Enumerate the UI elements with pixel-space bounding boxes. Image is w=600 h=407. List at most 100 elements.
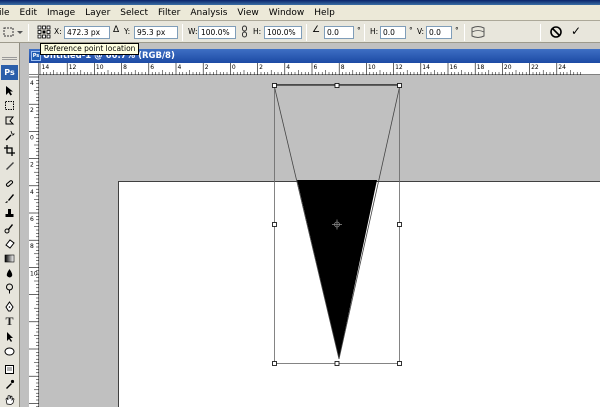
ruler-label: 2 — [30, 107, 34, 114]
menu-view[interactable]: View — [232, 5, 263, 21]
history-brush-tool-icon[interactable] — [2, 222, 17, 235]
w-label: W: — [188, 27, 198, 36]
notes-tool-icon[interactable] — [2, 363, 17, 376]
ruler-label: 10 — [96, 64, 104, 71]
ruler-label: 4 — [30, 80, 34, 87]
menu-analysis[interactable]: Analysis — [185, 5, 232, 21]
menu-select[interactable]: Select — [115, 5, 153, 21]
menu-layer[interactable]: Layer — [80, 5, 115, 21]
cancel-transform-button[interactable] — [549, 25, 563, 39]
transform-handle-bottom-left[interactable] — [272, 361, 277, 366]
ruler-label: 0 — [30, 134, 34, 141]
shape-tool-icon[interactable] — [2, 345, 17, 358]
ruler-label: 10 — [368, 64, 376, 71]
photoshop-logo: Ps — [1, 65, 18, 80]
eyedropper-tool-icon[interactable] — [2, 378, 17, 391]
ruler-label: 24 — [558, 64, 566, 71]
crop-tool-icon[interactable] — [2, 144, 17, 157]
y-field[interactable]: 95.3 px — [134, 26, 178, 39]
transform-handle-top-right[interactable] — [397, 83, 402, 88]
transform-handle-top[interactable] — [334, 83, 340, 88]
ruler-label: 12 — [69, 64, 77, 71]
lasso-tool-icon[interactable] — [2, 114, 17, 127]
width-field[interactable]: 100.0% — [198, 26, 236, 39]
reference-point-locator[interactable] — [37, 25, 51, 39]
healing-brush-tool-icon[interactable] — [2, 177, 17, 190]
tooltip: Reference point location — [40, 43, 140, 55]
eraser-tool-icon[interactable] — [2, 237, 17, 250]
transform-handle-bottom-right[interactable] — [397, 361, 402, 366]
transform-handle-left[interactable] — [272, 222, 277, 227]
menu-file[interactable]: ile — [0, 5, 15, 21]
link-icon — [242, 25, 247, 38]
degree-symbol: ° — [357, 26, 361, 35]
menu-edit[interactable]: Edit — [15, 5, 42, 21]
vertical-skew-field[interactable]: 0.0 — [426, 26, 452, 39]
document-window: Ps Untitled-1 @ 66.7% (RGB/8) 14 12 10 8 6 4 2… — [29, 49, 600, 407]
x-field[interactable]: 472.3 px — [64, 26, 110, 39]
blur-tool-icon[interactable] — [2, 267, 17, 280]
x-label: X: — [54, 27, 62, 36]
photoshop-window: ile Edit Image Layer Select Filter Analy… — [0, 0, 600, 407]
move-tool-icon[interactable] — [2, 84, 17, 97]
toolbox-panel: Ps T — [0, 43, 20, 407]
rotate-icon: ∠ — [312, 25, 321, 35]
ruler-label: 18 — [477, 64, 485, 71]
ruler-label: 20 — [504, 64, 512, 71]
vskew-label: V: — [417, 27, 425, 36]
menu-bar: ile Edit Image Layer Select Filter Analy… — [0, 5, 600, 21]
horizontal-skew-field[interactable]: 0.0 — [380, 26, 406, 39]
degree-symbol: ° — [455, 26, 459, 35]
degree-symbol: ° — [409, 26, 413, 35]
warp-mode-button[interactable] — [470, 25, 486, 39]
transform-overlay[interactable] — [40, 76, 600, 407]
transform-handle-top-left[interactable] — [272, 83, 277, 88]
maintain-aspect-ratio-button[interactable] — [240, 25, 250, 39]
marquee-tool-icon[interactable] — [2, 99, 17, 112]
type-tool-icon[interactable]: T — [2, 314, 17, 328]
hskew-label: H: — [370, 27, 379, 36]
ruler-label: 6 — [30, 216, 34, 223]
hand-tool-icon[interactable] — [2, 393, 17, 406]
ruler-vertical[interactable]: 4 2 0 2 4 6 8 10 — [29, 75, 39, 407]
height-field[interactable]: 100.0% — [264, 26, 302, 39]
ruler-label: 14 — [422, 64, 430, 71]
rotate-field[interactable]: 0.0 — [324, 26, 354, 39]
canvas-area[interactable] — [40, 76, 600, 407]
menu-image[interactable]: Image — [42, 5, 80, 21]
separator — [540, 24, 541, 41]
menu-help[interactable]: Help — [309, 5, 340, 21]
slice-tool-icon[interactable] — [2, 159, 17, 172]
separator — [182, 24, 183, 41]
ruler-origin[interactable] — [29, 63, 39, 75]
brush-tool-icon[interactable] — [2, 192, 17, 205]
ruler-label: 2 — [259, 64, 263, 71]
ruler-horizontal[interactable]: 14 12 10 8 6 4 2 0 2 4 6 8 10 12 14 16 18 20 22 24 — [39, 63, 600, 75]
ruler-label: 6 — [314, 64, 318, 71]
ruler-label: 8 — [30, 243, 34, 250]
path-selection-tool-icon[interactable] — [2, 330, 17, 343]
tool-preset-picker[interactable] — [2, 25, 24, 39]
ruler-label: 6 — [150, 64, 154, 71]
ruler-label: 4 — [30, 189, 34, 196]
menu-window[interactable]: Window — [264, 5, 310, 21]
transform-handle-right[interactable] — [397, 222, 402, 227]
triangle-shape[interactable] — [297, 180, 377, 359]
dodge-tool-icon[interactable] — [2, 282, 17, 295]
gradient-tool-icon[interactable] — [2, 252, 17, 265]
menu-filter[interactable]: Filter — [153, 5, 185, 21]
ruler-label: 4 — [178, 64, 182, 71]
y-label: Y: — [124, 27, 131, 36]
pen-tool-icon[interactable] — [2, 300, 17, 313]
ruler-label: 8 — [341, 64, 345, 71]
transform-tool-icon — [3, 27, 23, 37]
reference-point-icon — [37, 25, 51, 39]
transform-handle-bottom[interactable] — [334, 361, 340, 366]
commit-transform-button[interactable]: ✓ — [571, 24, 581, 38]
ruler-label: 4 — [286, 64, 290, 71]
separator — [364, 24, 365, 41]
magic-wand-tool-icon[interactable] — [2, 129, 17, 142]
clone-stamp-tool-icon[interactable] — [2, 207, 17, 220]
separator — [28, 24, 29, 41]
relative-position-icon[interactable]: Δ — [113, 25, 119, 35]
